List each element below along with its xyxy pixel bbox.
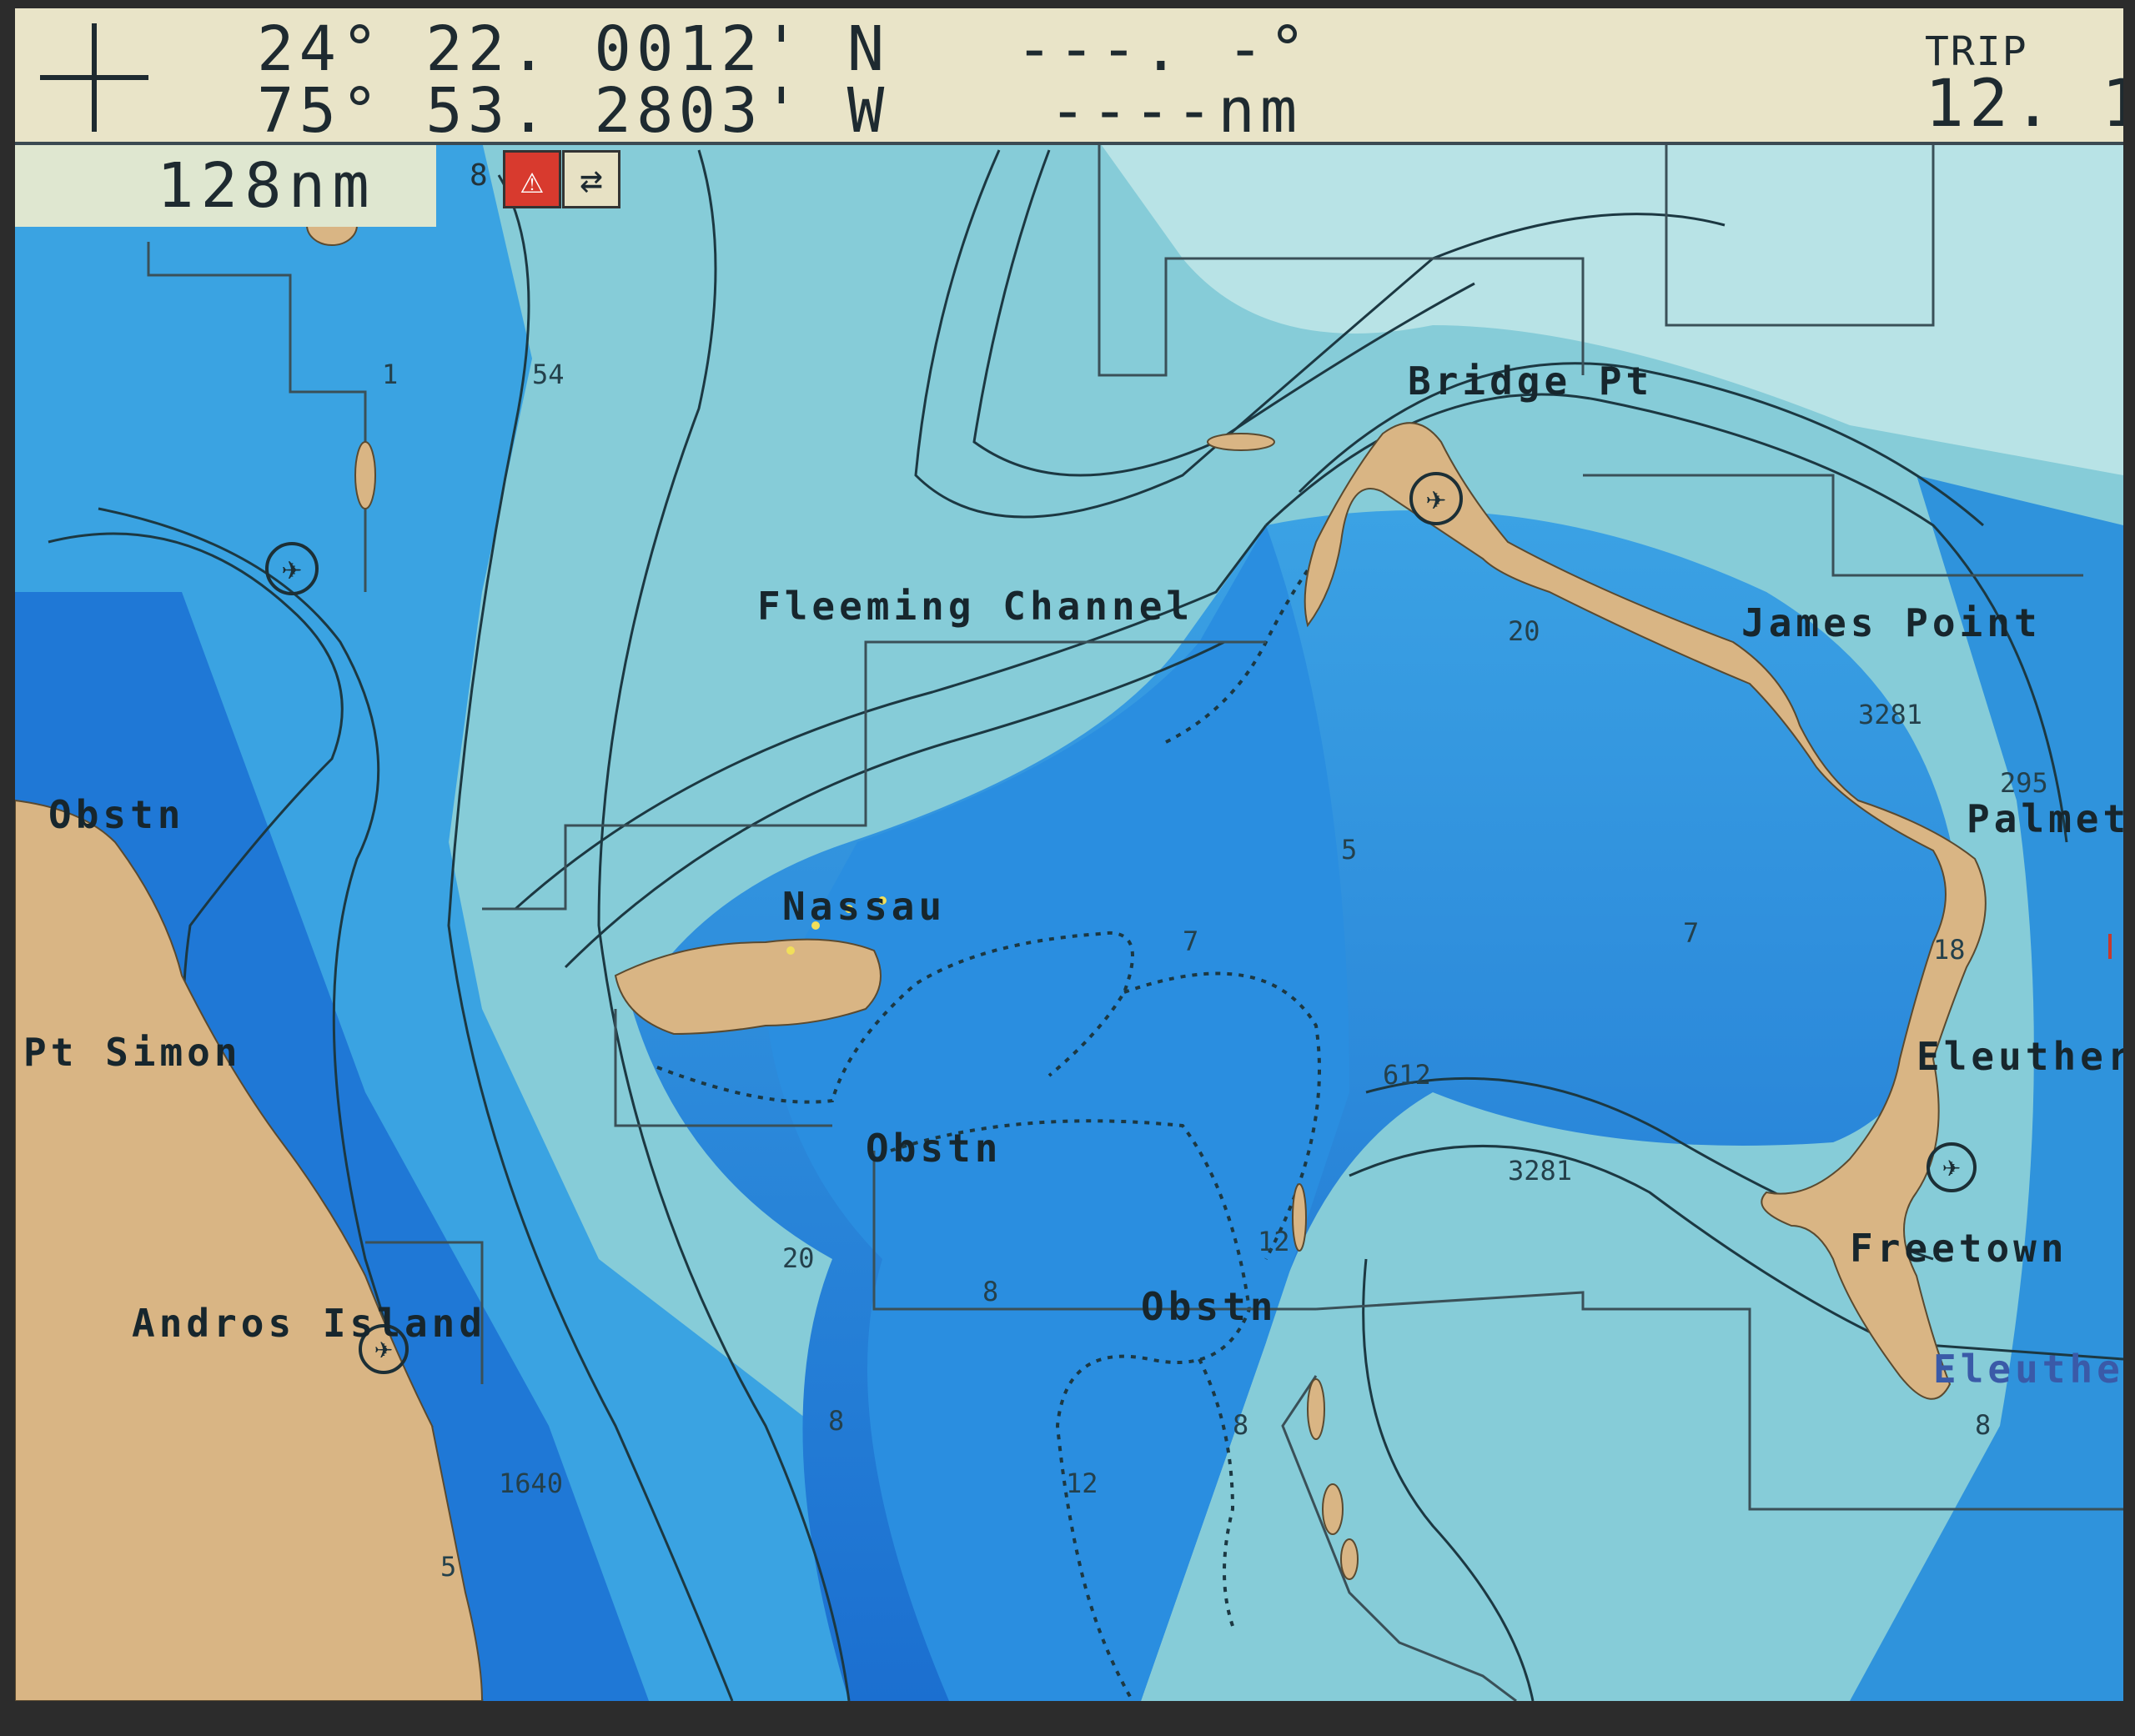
label-bridge-pt: Bridge Pt bbox=[1408, 359, 1654, 404]
depth-sounding: 3281 bbox=[1508, 1155, 1573, 1187]
depth-sounding: 612 bbox=[1383, 1059, 1431, 1091]
depth-sounding: 12 bbox=[1258, 1226, 1290, 1257]
nautical-chart-map[interactable] bbox=[15, 8, 2123, 1701]
range-scale[interactable]: 128nm bbox=[15, 145, 436, 227]
depth-sounding: 7 bbox=[1183, 926, 1199, 957]
depth-sounding: 8 bbox=[1975, 1409, 1992, 1441]
depth-sounding: 1 bbox=[382, 359, 399, 390]
label-eleuthera: Eleuther bbox=[1916, 1034, 2123, 1079]
label-obstruction: Obstn bbox=[866, 1126, 1002, 1171]
label-freetown: Freetown bbox=[1850, 1226, 2068, 1271]
label-fleeming-channel: Fleeming Channel bbox=[757, 584, 1194, 629]
depth-sounding: 7 bbox=[1683, 917, 1700, 949]
depth-sounding: 12 bbox=[1066, 1468, 1098, 1499]
range-marker: 8 bbox=[470, 158, 488, 193]
longitude-readout: 75° 53. 2803' W bbox=[257, 75, 890, 147]
depth-sounding: 5 bbox=[440, 1551, 457, 1583]
airport-icon: ✈ bbox=[1409, 472, 1463, 525]
label-obstruction: Obstn bbox=[48, 792, 185, 837]
depth-sounding: 20 bbox=[782, 1242, 815, 1274]
depth-sounding: 295 bbox=[2000, 767, 2048, 799]
depth-sounding: 8 bbox=[828, 1405, 845, 1437]
label-nassau: Nassau bbox=[782, 884, 947, 929]
depth-sounding: 3281 bbox=[1858, 699, 1923, 730]
depth-sounding: 20 bbox=[1508, 615, 1540, 647]
trip-value: 12. 1 bbox=[1925, 67, 2123, 142]
distance-readout: ----nm bbox=[1049, 75, 1303, 147]
chartplotter-screen: 24° 22. 0012' N 75° 53. 2803' W ---. -° … bbox=[15, 8, 2123, 1701]
label-palmetto: Palmet bbox=[1967, 796, 2123, 841]
depth-sounding: 8 bbox=[1233, 1409, 1249, 1441]
depth-sounding: 5 bbox=[1341, 834, 1358, 865]
airport-icon: ✈ bbox=[1927, 1142, 1977, 1192]
label-andros-island: Andros Island bbox=[132, 1301, 487, 1346]
depth-sounding: 18 bbox=[1933, 934, 1966, 966]
depth-sounding: 8 bbox=[982, 1276, 999, 1307]
position-readout-bar: 24° 22. 0012' N 75° 53. 2803' W ---. -° … bbox=[15, 8, 2123, 147]
label-pt-simon: Pt Simon bbox=[23, 1030, 242, 1075]
label-james-point: James Point bbox=[1741, 600, 2042, 645]
depth-sounding: 1640 bbox=[499, 1468, 564, 1499]
depth-sounding: 54 bbox=[532, 359, 565, 390]
route-icon[interactable]: ⇄ bbox=[562, 150, 620, 208]
cursor-crosshair-icon[interactable] bbox=[40, 23, 148, 132]
label-obstruction: Obstn bbox=[1141, 1284, 1278, 1329]
alarm-icon[interactable]: ⚠ bbox=[503, 150, 561, 208]
airport-icon: ✈ bbox=[265, 542, 319, 595]
label-eleuthera-south: Eleuthe bbox=[1933, 1347, 2123, 1392]
